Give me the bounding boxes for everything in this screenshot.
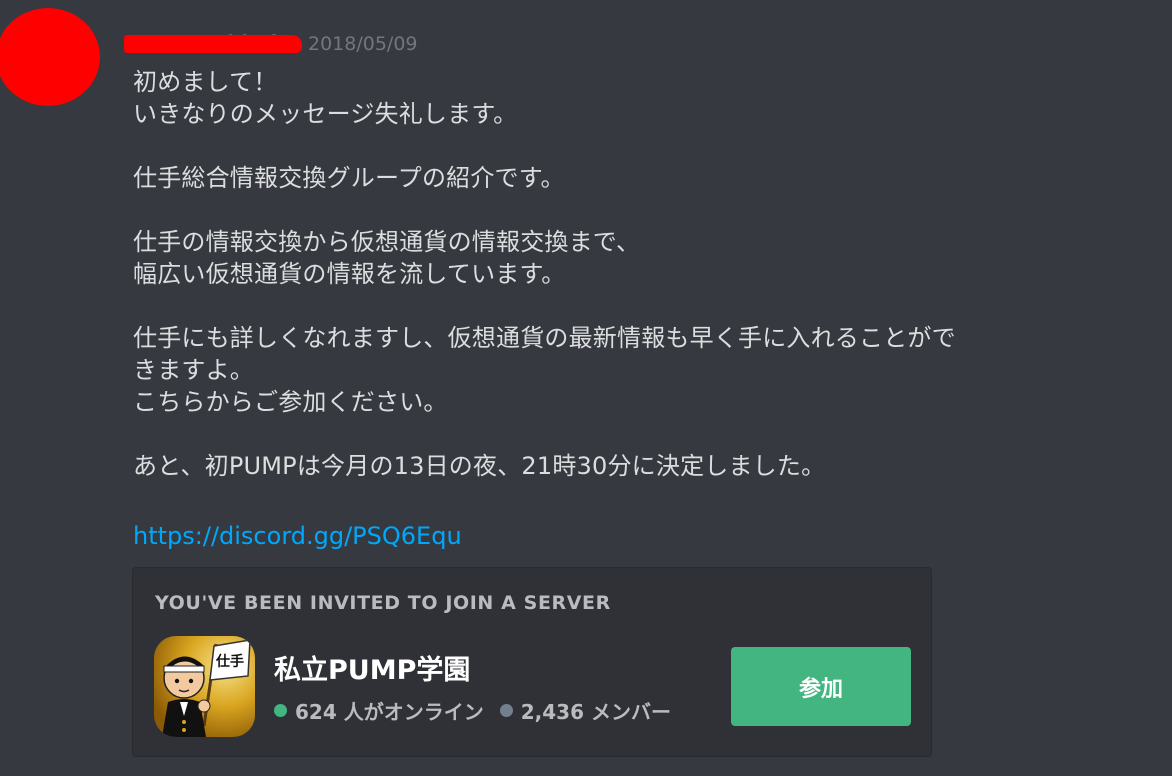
username[interactable]: 2016 (124, 29, 302, 59)
chat-message: 2016 2018/05/09 初めまして！ いきなりのメッセージ失礼します。 … (0, 0, 1172, 776)
message-content: 初めまして！ いきなりのメッセージ失礼します。 仕手総合情報交換グループの紹介で… (133, 66, 1163, 552)
redaction-mark (124, 35, 302, 53)
server-icon[interactable]: 仕手 (154, 636, 255, 737)
message-line: きますよ。 (133, 356, 254, 384)
message-line (133, 194, 1163, 226)
avatar[interactable] (0, 8, 100, 106)
message-line: こちらからご参加ください。 (133, 388, 448, 416)
message-line: 初めまして！ (133, 68, 278, 96)
server-name: 私立PUMP学園 (274, 655, 471, 686)
invite-card: YOU'VE BEEN INVITED TO JOIN A SERVER 仕手 (132, 567, 932, 757)
invite-link[interactable]: https://discord.gg/PSQ6Equ (133, 520, 462, 552)
message-header: 2016 2018/05/09 (124, 28, 418, 60)
message-line: 仕手の情報交換から仮想通貨の情報交換まで、 (133, 228, 641, 256)
timestamp: 2018/05/09 (308, 33, 418, 55)
mascot-icon: 仕手 (162, 639, 251, 737)
message-line (133, 482, 1163, 514)
members-dot-icon (499, 704, 513, 717)
message-line: 幅広い仮想通貨の情報を流しています。 (133, 260, 566, 288)
message-line (133, 290, 1163, 322)
message-line (133, 130, 1163, 162)
member-count: 2,436 メンバー (520, 700, 671, 724)
online-dot-icon (274, 704, 287, 717)
invite-heading: YOU'VE BEEN INVITED TO JOIN A SERVER (155, 592, 611, 614)
message-line (133, 418, 1163, 450)
message-line: いきなりのメッセージ失礼します。 (133, 100, 518, 128)
message-line: あと、初PUMPは今月の13日の夜、21時30分に決定しました。 (133, 452, 826, 480)
flag-label: 仕手 (215, 653, 244, 670)
server-stats: 624 人がオンライン 2,436 メンバー (274, 696, 671, 725)
message-line: 仕手にも詳しくなれますし、仮想通貨の最新情報も早く手に入れることがで (133, 324, 956, 352)
join-button[interactable]: 参加 (731, 647, 911, 726)
message-line: 仕手総合情報交換グループの紹介です。 (133, 164, 565, 192)
online-count: 624 人がオンライン (295, 700, 484, 724)
